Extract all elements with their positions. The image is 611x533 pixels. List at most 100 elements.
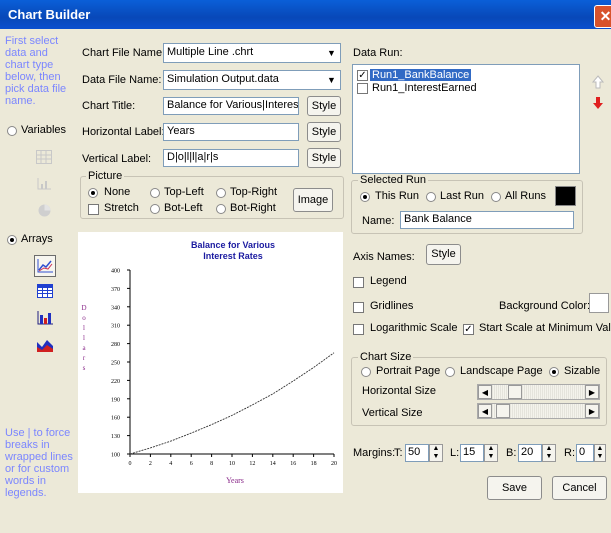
run-color-swatch[interactable] <box>555 186 576 206</box>
start-min-checkbox[interactable]: ✓ <box>463 324 474 335</box>
chart-size-title: Chart Size <box>358 351 414 363</box>
margin-b-spinner[interactable]: ▲ ▼ <box>542 444 556 462</box>
cancel-button[interactable]: Cancel <box>552 476 607 500</box>
variables-radio[interactable] <box>7 126 17 136</box>
data-run-item-0-checkbox[interactable]: ✓ <box>357 70 368 81</box>
save-button[interactable]: Save <box>487 476 542 500</box>
x-tick-label: 20 <box>331 461 337 467</box>
y-tick-labels: 100 130 160 190 220 250 280 310 340 370 400 <box>111 269 130 459</box>
chart-title-input[interactable]: Balance for Various|Interest <box>163 97 299 115</box>
y-tick-label: 100 <box>111 453 120 459</box>
picture-top-right-radio[interactable] <box>216 188 226 198</box>
y-axis-label-char: o <box>82 314 86 322</box>
axis-names-style-button[interactable]: Style <box>426 244 461 265</box>
window-title: Chart Builder <box>8 7 91 22</box>
chart-file-select[interactable]: Multiple Line .chrt ▼ <box>163 43 341 63</box>
chart-title-line1: Balance for Various <box>191 240 275 250</box>
margin-t-spinner[interactable]: ▲ ▼ <box>429 444 443 462</box>
last-run-radio[interactable] <box>426 192 436 202</box>
sizable-radio[interactable] <box>549 367 559 377</box>
all-runs-radio[interactable] <box>491 192 501 202</box>
run-name-input[interactable]: Bank Balance <box>400 211 574 229</box>
legend-label: Legend <box>370 275 407 287</box>
data-file-select[interactable]: Simulation Output.data ▼ <box>163 70 341 90</box>
run-name-label: Name: <box>362 215 395 227</box>
portrait-page-radio[interactable] <box>361 367 371 377</box>
picture-top-left-radio[interactable] <box>150 188 160 198</box>
background-color-swatch[interactable] <box>589 293 609 313</box>
chart-title-style-button[interactable]: Style <box>307 96 341 116</box>
move-up-arrow-icon[interactable] <box>592 75 604 89</box>
margin-l-input[interactable]: 15 <box>460 444 484 462</box>
horizontal-label-input[interactable]: Years <box>163 123 299 141</box>
picture-group-title: Picture <box>86 170 125 182</box>
table-icon[interactable] <box>37 284 53 298</box>
vertical-size-thumb[interactable] <box>496 404 511 418</box>
y-tick-label: 130 <box>111 434 120 440</box>
margin-l-spinner[interactable]: ▲ ▼ <box>484 444 498 462</box>
margin-r-spinner[interactable]: ▲ ▼ <box>594 444 606 462</box>
margin-t-input[interactable]: 50 <box>405 444 429 462</box>
y-tick-label: 250 <box>111 361 120 367</box>
bar-chart-icon-disabled[interactable] <box>37 178 51 190</box>
chart-axes <box>129 270 334 455</box>
scroll-right-icon[interactable]: ▶ <box>585 385 599 399</box>
chart-svg: Balance for Various Interest Rates Dolla… <box>81 240 337 485</box>
move-down-arrow-icon[interactable] <box>592 96 604 110</box>
axis-names-label: Axis Names: <box>353 251 415 263</box>
chart-title-label: Chart Title: <box>82 100 136 112</box>
image-button[interactable]: Image <box>293 188 333 212</box>
scroll-left-icon[interactable]: ◀ <box>478 385 492 399</box>
scroll-right-icon[interactable]: ▶ <box>585 404 599 418</box>
selected-run-title: Selected Run <box>358 174 429 186</box>
y-tick-label: 280 <box>111 342 120 348</box>
vertical-label-style-button[interactable]: Style <box>307 148 341 168</box>
margin-b-input[interactable]: 20 <box>518 444 542 462</box>
data-run-item-1-checkbox[interactable] <box>357 83 368 94</box>
landscape-page-label: Landscape Page <box>460 365 543 377</box>
horizontal-size-thumb[interactable] <box>508 385 523 399</box>
log-scale-label: Logarithmic Scale <box>370 322 458 334</box>
horizontal-size-slider[interactable]: ◀ ▶ <box>477 384 600 400</box>
data-run-list: ✓ Run1_BankBalance Run1_InterestEarned <box>352 64 580 174</box>
arrays-radio[interactable] <box>7 235 17 245</box>
line-chart-type-button[interactable] <box>34 255 56 277</box>
picture-none-label: None <box>104 186 131 198</box>
picture-none-radio[interactable] <box>88 188 98 198</box>
x-tick-label: 12 <box>249 461 255 467</box>
horizontal-label-label: Horizontal Label: <box>82 126 165 138</box>
y-axis-label-char: s <box>83 364 86 372</box>
this-run-label: This Run <box>375 190 420 202</box>
y-axis-label-char: l <box>83 334 85 342</box>
gridlines-checkbox[interactable] <box>353 302 364 313</box>
bar-chart-icon[interactable] <box>37 311 53 325</box>
scroll-left-icon[interactable]: ◀ <box>478 404 492 418</box>
picture-bot-left-radio[interactable] <box>150 204 160 214</box>
x-tick-label: 8 <box>210 461 213 467</box>
picture-stretch-label: Stretch <box>104 202 139 214</box>
sizable-label: Sizable <box>564 365 601 377</box>
chart-builder-window: Chart Builder ✕ First select data and ch… <box>0 0 611 533</box>
legend-checkbox[interactable] <box>353 277 364 288</box>
pie-chart-icon-disabled[interactable] <box>38 204 51 217</box>
vertical-size-slider[interactable]: ◀ ▶ <box>477 403 600 419</box>
close-button[interactable]: ✕ <box>594 5 611 28</box>
log-scale-checkbox[interactable] <box>353 324 364 335</box>
this-run-radio[interactable] <box>360 192 370 202</box>
last-run-label: Last Run <box>440 190 485 202</box>
picture-bot-right-radio[interactable] <box>216 204 226 214</box>
margin-b-label: B: <box>506 447 517 459</box>
vertical-label-input[interactable]: D|o|l|l|a|r|s <box>163 149 299 167</box>
y-tick-label: 160 <box>111 416 120 422</box>
y-tick-label: 340 <box>111 305 120 311</box>
margin-r-input[interactable]: 0 <box>576 444 594 462</box>
help-breaks-text: Use | to force breaks in wrapped lines o… <box>5 427 73 499</box>
table-icon-disabled[interactable] <box>36 150 52 164</box>
area-chart-icon[interactable] <box>37 338 53 352</box>
y-tick-label: 310 <box>111 324 120 330</box>
y-axis-label-char: r <box>83 354 86 362</box>
gridlines-label: Gridlines <box>370 300 414 312</box>
landscape-page-radio[interactable] <box>445 367 455 377</box>
horizontal-label-style-button[interactable]: Style <box>307 122 341 142</box>
picture-stretch-checkbox[interactable] <box>88 204 99 215</box>
